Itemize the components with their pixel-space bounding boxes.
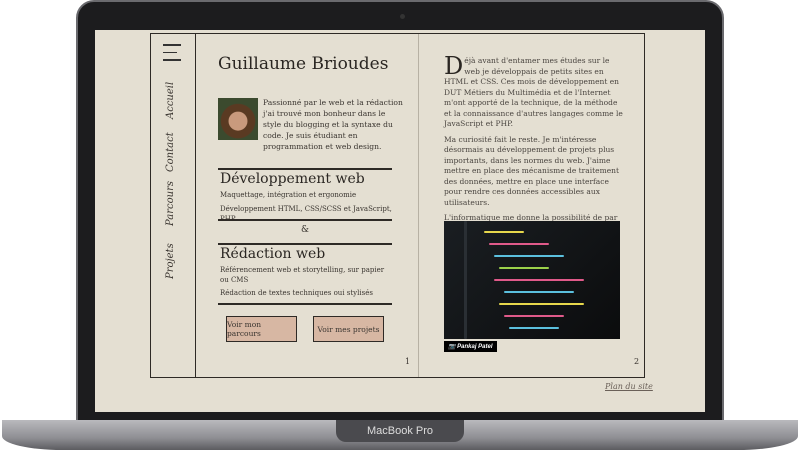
page-title: Guillaume Brioudes: [218, 54, 389, 74]
divider: [218, 243, 392, 245]
nav-parcours[interactable]: Parcours: [165, 181, 176, 226]
screen: Accueil Contact Parcours Projets Guillau…: [95, 30, 705, 412]
nav-contact[interactable]: Contact: [165, 132, 176, 172]
nav-accueil[interactable]: Accueil: [165, 82, 176, 119]
drop-cap: D: [444, 52, 464, 80]
redac-line-1: Référencement web et storytelling, sur p…: [220, 266, 385, 284]
redac-line-2: Rédaction de textes techniques oui styli…: [220, 289, 373, 297]
paragraph-1: éjà avant d'entamer mes études sur le we…: [444, 56, 623, 128]
hamburger-icon[interactable]: [163, 44, 181, 67]
dev-heading: Développement web: [220, 171, 365, 187]
paragraph-2: Ma curiosité fait le reste. Je m'intéres…: [444, 134, 619, 207]
dev-line-2: Développement HTML, CSS/SCSS et JavaScri…: [220, 205, 392, 223]
divider: [218, 219, 392, 221]
photo-credit[interactable]: 📷 Pankaj Patel: [444, 341, 497, 352]
photo-credit-label: Pankaj Patel: [457, 344, 493, 350]
code-photo: [444, 221, 620, 339]
camera: [400, 14, 405, 19]
divider: [218, 303, 392, 305]
intro-text: Passionné par le web et la rédaction j'a…: [263, 98, 403, 151]
book: Accueil Contact Parcours Projets Guillau…: [150, 33, 645, 378]
page-number: 2: [634, 357, 640, 366]
projets-button[interactable]: Voir mes projets: [313, 316, 384, 342]
divider: [218, 168, 392, 170]
parcours-button[interactable]: Voir mon parcours: [226, 316, 297, 342]
dev-line-1: Maquettage, intégration et ergonomie: [220, 191, 357, 199]
avatar: [218, 98, 258, 140]
nav-projets[interactable]: Projets: [165, 243, 176, 279]
ampersand: &: [300, 225, 309, 235]
sidebar: Accueil Contact Parcours Projets: [151, 34, 196, 377]
page-number: 1: [405, 357, 411, 366]
redac-heading: Rédaction web: [220, 246, 326, 262]
device-label: MacBook Pro: [366, 425, 434, 437]
page-divider: [418, 34, 419, 377]
sitemap-link[interactable]: Plan du site: [605, 382, 653, 391]
